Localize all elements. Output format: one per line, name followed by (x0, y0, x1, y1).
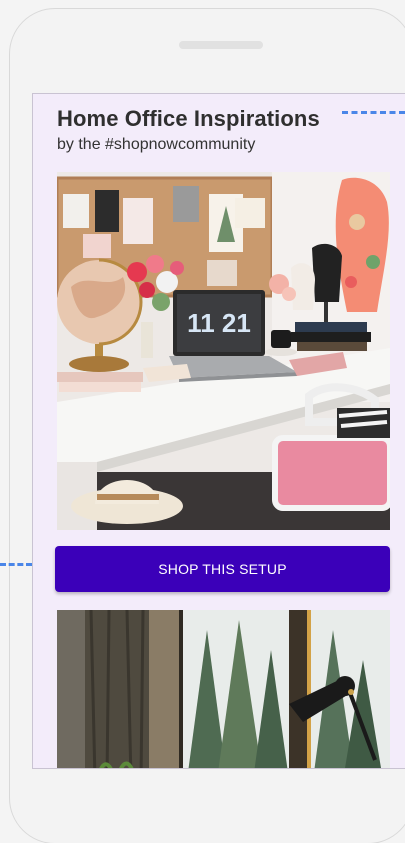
window-lamp-photo[interactable] (57, 610, 390, 768)
page-title: Home Office Inspirations (57, 106, 320, 131)
desk-setup-photo[interactable]: 11 21 (57, 172, 390, 530)
laptop-clock-text: 11 21 (187, 308, 251, 338)
speaker-grille (179, 41, 263, 49)
phone-frame: Home Office Inspirations by the #shopnow… (9, 8, 405, 843)
annotation-line-left (0, 563, 32, 566)
annotation-line-right (342, 111, 405, 114)
shop-this-setup-button[interactable]: SHOP THIS SETUP (55, 546, 390, 592)
page-subtitle: by the #shopnowcommunity (57, 136, 256, 153)
app-screen: Home Office Inspirations by the #shopnow… (32, 93, 405, 769)
